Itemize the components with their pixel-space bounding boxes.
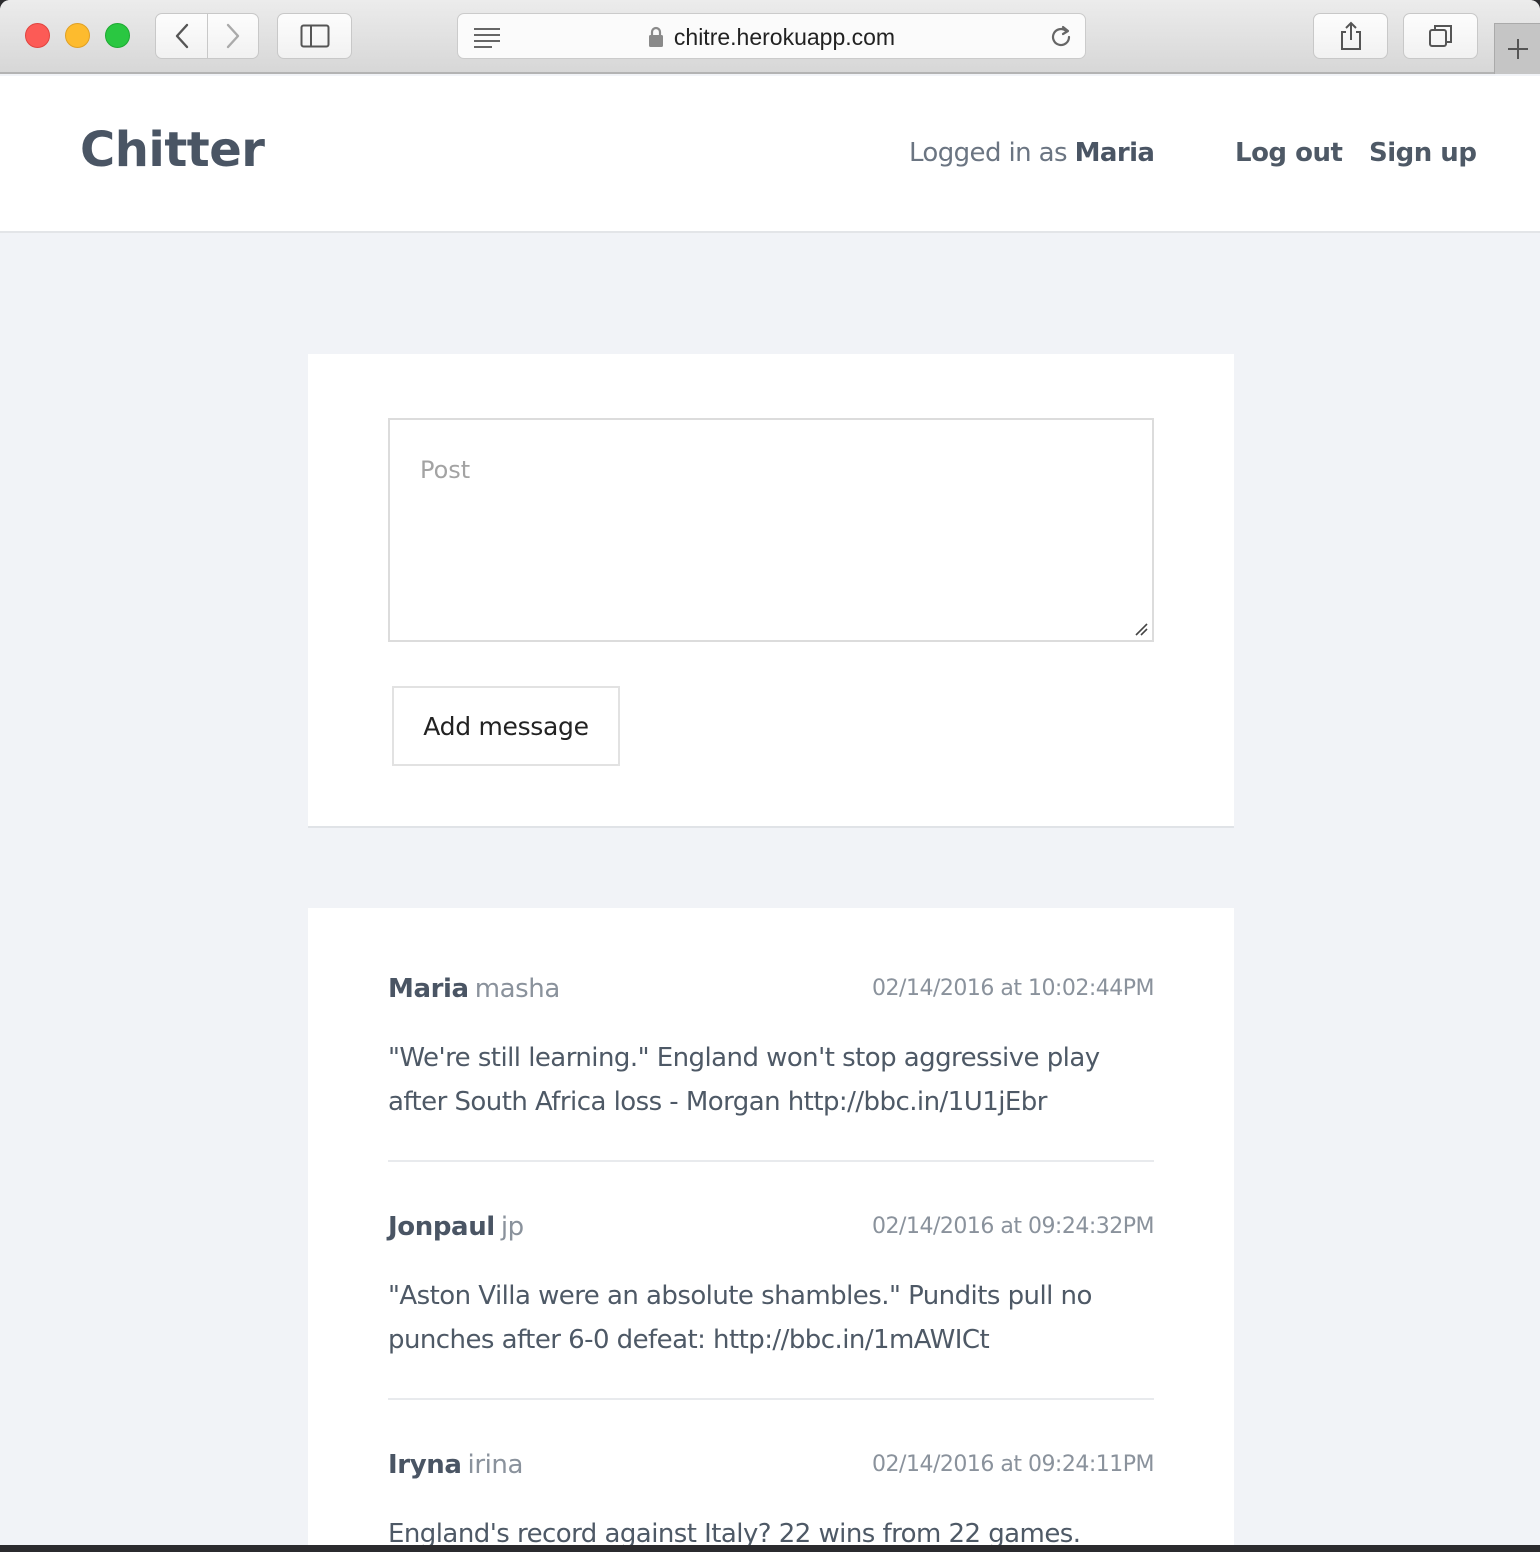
message-handle: irina (467, 1450, 524, 1480)
login-status-prefix: Logged in as (909, 138, 1068, 168)
message-item: Jonpaul jp 02/14/2016 at 09:24:32PM "Asto… (388, 1212, 1154, 1362)
site-header: Chitter Logged in as Maria Log out Sign … (0, 76, 1540, 233)
sidebar-toggle-button[interactable] (277, 13, 352, 59)
message-item: Maria masha 02/14/2016 at 10:02:44PM "We'… (388, 974, 1154, 1124)
chevron-left-icon (175, 23, 188, 49)
url-text: chitre.herokuapp.com (673, 23, 896, 50)
logout-link[interactable]: Log out (1235, 138, 1343, 168)
message-author: Maria (388, 974, 469, 1004)
login-status: Logged in as Maria (909, 138, 1155, 168)
message-header: Maria masha 02/14/2016 at 10:02:44PM (388, 974, 1154, 1010)
message-text: "We're still learning." England won't st… (388, 1043, 1100, 1117)
plus-icon (1507, 39, 1528, 59)
browser-toolbar: chitre.herokuapp.com (0, 0, 1540, 74)
chevron-right-icon (226, 23, 240, 49)
message-author: Jonpaul (388, 1212, 495, 1242)
show-tabs-button[interactable] (1403, 13, 1478, 59)
url-display: chitre.herokuapp.com (458, 14, 1085, 60)
login-status-username: Maria (1074, 138, 1155, 168)
tabs-icon (1428, 25, 1452, 47)
message-header: Iryna irina 02/14/2016 at 09:24:11PM (388, 1450, 1154, 1486)
message-handle: jp (500, 1212, 524, 1242)
sidebar-icon (300, 24, 329, 48)
message-text: England's record against Italy? 22 wins … (388, 1519, 1081, 1545)
share-icon (1340, 21, 1361, 50)
post-input[interactable] (388, 418, 1154, 642)
add-message-button[interactable]: Add message (392, 686, 620, 766)
address-bar[interactable]: chitre.herokuapp.com (457, 13, 1086, 59)
new-tab-button[interactable] (1494, 23, 1540, 74)
message-timestamp: 02/14/2016 at 09:24:32PM (872, 1214, 1154, 1239)
message-header: Jonpaul jp 02/14/2016 at 09:24:32PM (388, 1212, 1154, 1248)
message-divider (388, 1160, 1154, 1162)
minimize-window-button[interactable] (65, 23, 90, 48)
message-handle: masha (474, 974, 561, 1004)
brand-logo[interactable]: Chitter (80, 122, 265, 178)
message-text: "Aston Villa were an absolute shambles."… (388, 1281, 1092, 1355)
browser-window: chitre.herokuapp.com Chitter Logged in a… (0, 0, 1540, 1545)
post-composer-card: Add message (308, 354, 1234, 828)
resize-handle-icon[interactable] (1134, 622, 1148, 636)
close-window-button[interactable] (25, 23, 50, 48)
back-button[interactable] (155, 13, 208, 59)
reload-icon[interactable] (1047, 23, 1075, 51)
maximize-window-button[interactable] (105, 23, 130, 48)
message-divider (388, 1398, 1154, 1400)
message-timestamp: 02/14/2016 at 10:02:44PM (872, 976, 1154, 1001)
forward-button[interactable] (207, 13, 259, 59)
message-feed: Maria masha 02/14/2016 at 10:02:44PM "We'… (308, 908, 1234, 1545)
message-item: Iryna irina 02/14/2016 at 09:24:11PM Engl… (388, 1450, 1154, 1545)
message-author: Iryna (388, 1450, 462, 1480)
lock-icon (648, 26, 663, 47)
signup-link[interactable]: Sign up (1369, 138, 1477, 168)
share-button[interactable] (1313, 13, 1388, 59)
message-timestamp: 02/14/2016 at 09:24:11PM (872, 1452, 1154, 1477)
